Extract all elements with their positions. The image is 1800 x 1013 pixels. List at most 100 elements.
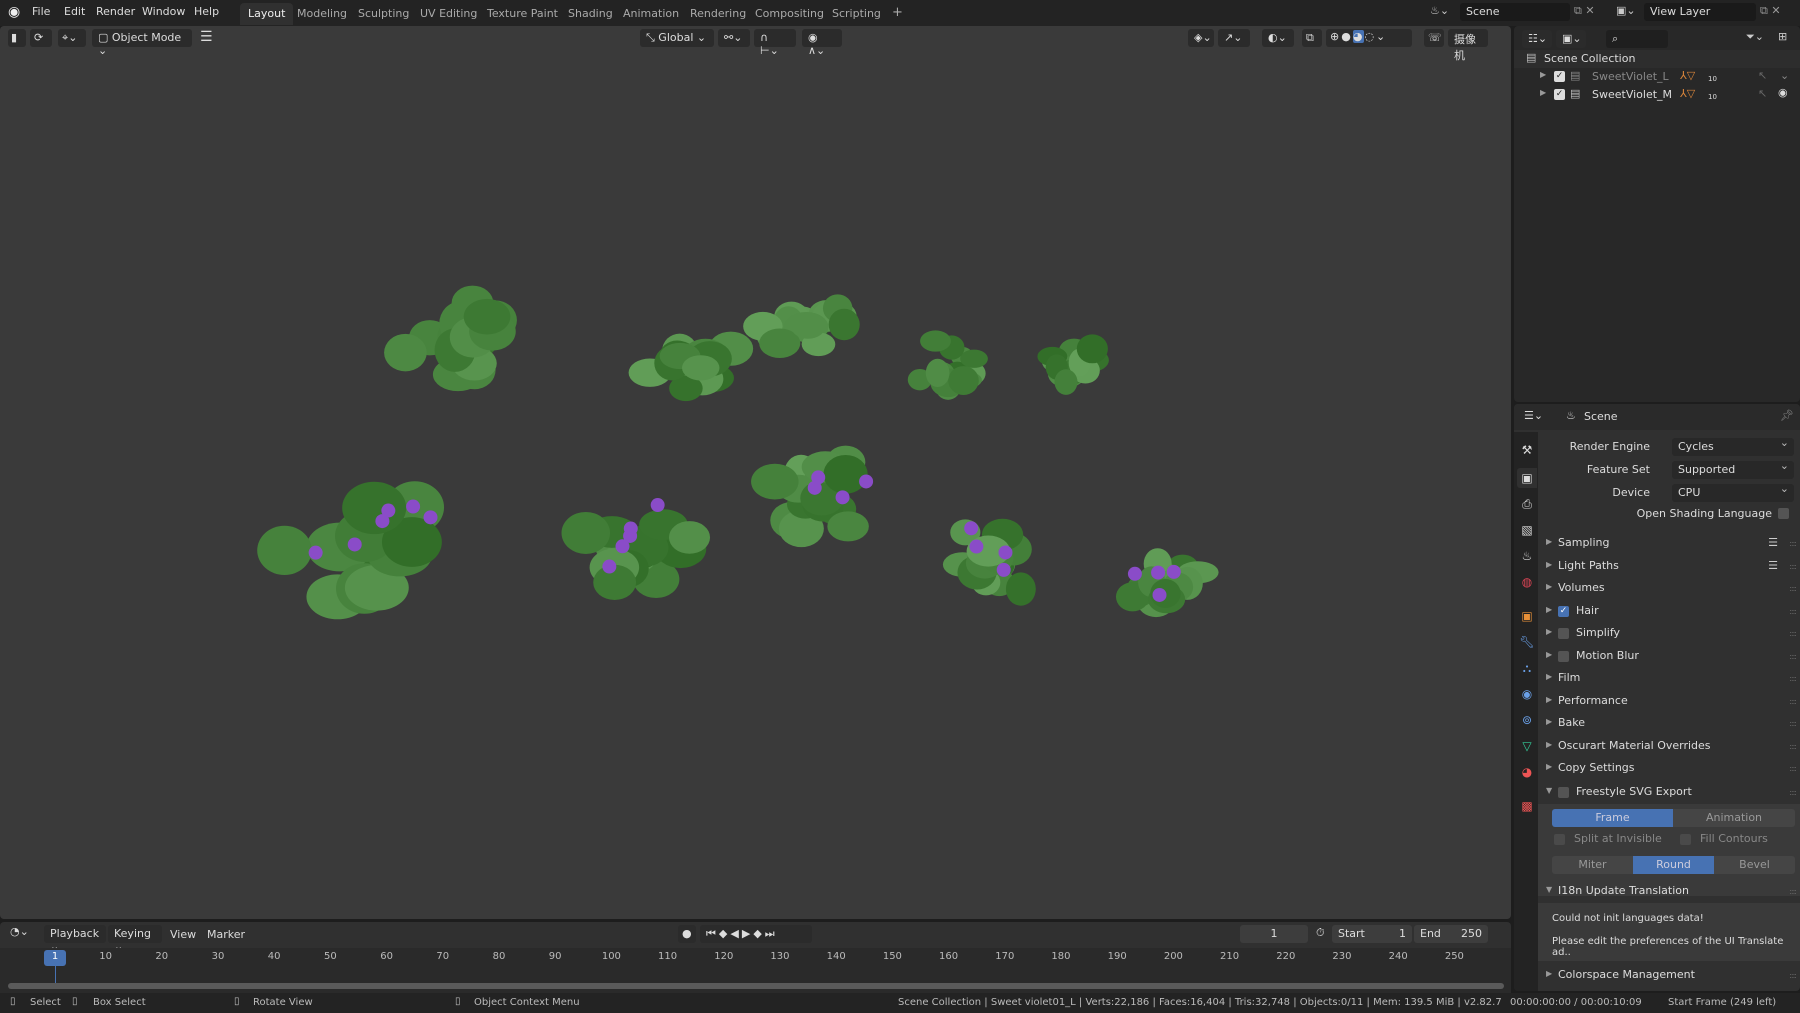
camera-icon[interactable]: ☏ <box>1424 29 1444 47</box>
freestyle-checkbox[interactable] <box>1558 787 1569 798</box>
outliner-item[interactable]: ▶ ✓ ▤ SweetViolet_M ⅄▽ 10 ↖ ◉ <box>1514 86 1800 104</box>
frame-toggle[interactable]: Frame <box>1552 809 1673 827</box>
expand-icon[interactable]: ▶ <box>1546 672 1552 681</box>
object-tab-icon[interactable]: ▣ <box>1517 606 1537 626</box>
outliner-item[interactable]: ▶ ✓ ▤ SweetViolet_L ⅄▽ 10 ↖ ⌄ <box>1514 68 1800 86</box>
tab-modeling[interactable]: Modeling <box>289 3 355 25</box>
duplicate-view-layer-icon[interactable]: ⧉ ✕ <box>1760 4 1781 18</box>
violet-plant[interactable] <box>1037 334 1109 395</box>
tab-scripting[interactable]: Scripting <box>824 3 889 25</box>
violet-plant[interactable] <box>743 294 860 358</box>
gizmo-icon[interactable]: ↗⌄ <box>1218 29 1250 47</box>
rendered-shading-icon[interactable]: ◌ <box>1364 30 1376 43</box>
panel-bake[interactable]: ▶ Bake:::: <box>1538 713 1800 735</box>
select-icon[interactable]: ↖ <box>1758 87 1767 100</box>
tab-texture-paint[interactable]: Texture Paint <box>479 3 566 25</box>
panel-checkbox[interactable] <box>1558 650 1569 662</box>
panel-colorspace-management[interactable]: ▶ Colorspace Management:::: <box>1538 965 1800 987</box>
drag-handle-icon[interactable]: :::: <box>1789 742 1797 751</box>
transform-pivot-icon[interactable]: ⌖⌄ <box>58 29 86 47</box>
panel-copy-settings[interactable]: ▶ Copy Settings:::: <box>1538 758 1800 780</box>
presets-icon[interactable]: ☰ <box>1768 536 1778 549</box>
outliner-display-icon[interactable]: ☷⌄ <box>1522 30 1552 48</box>
violet-plant[interactable] <box>1115 548 1219 618</box>
output-tab-icon[interactable]: ⎙ <box>1517 494 1537 514</box>
expand-icon[interactable]: ▶ <box>1546 717 1552 726</box>
add-workspace-button[interactable]: + <box>884 1 911 23</box>
drag-handle-icon[interactable]: :::: <box>1789 562 1797 571</box>
record-icon[interactable]: ● <box>678 925 696 943</box>
drag-handle-icon[interactable]: :::: <box>1789 652 1797 661</box>
constraints-tab-icon[interactable]: ⊚ <box>1517 710 1537 730</box>
expand-icon[interactable]: ▶ <box>1546 560 1552 569</box>
jump-end-icon[interactable]: ⏭ <box>765 927 778 940</box>
scene-tab-icon[interactable]: ♨ <box>1517 546 1537 566</box>
editor-type-icon[interactable]: ◔⌄ <box>10 925 29 938</box>
menu-window[interactable]: Window <box>142 5 185 18</box>
snap-icon[interactable]: ∩ ⊢⌄ <box>754 29 796 57</box>
particles-tab-icon[interactable]: ⛬ <box>1517 658 1537 678</box>
modifier-tab-icon[interactable]: 🔧︎ <box>1517 632 1537 652</box>
menu-file[interactable]: File <box>32 5 50 18</box>
expand-icon[interactable]: ▶ <box>1546 582 1552 591</box>
play-icon[interactable]: ▶ <box>742 927 753 940</box>
tab-animation[interactable]: Animation <box>615 3 687 25</box>
drag-handle-icon[interactable]: :::: <box>1789 764 1797 773</box>
expand-icon[interactable]: ▶ <box>1546 605 1552 614</box>
drag-handle-icon[interactable]: :::: <box>1789 719 1797 728</box>
view-layer-icon[interactable]: ▣⌄ <box>1616 4 1636 17</box>
panel-film[interactable]: ▶ Film:::: <box>1538 668 1800 690</box>
menu-help[interactable]: Help <box>194 5 219 18</box>
new-collection-icon[interactable]: ⊞ <box>1778 30 1787 43</box>
presets-icon[interactable]: ☰ <box>1768 559 1778 572</box>
drag-handle-icon[interactable]: :::: <box>1789 607 1797 616</box>
fill-contours-checkbox[interactable] <box>1680 834 1691 845</box>
select-icon[interactable]: ↖ <box>1758 69 1767 82</box>
render-engine-dropdown[interactable]: Cycles <box>1672 436 1794 456</box>
violet-plant[interactable] <box>942 518 1036 606</box>
pin-icon[interactable]: 📌︎ <box>1780 409 1794 422</box>
view-layer-tab-icon[interactable]: ▧ <box>1517 520 1537 540</box>
exclude-checkbox[interactable]: ✓ <box>1554 71 1565 82</box>
round-toggle[interactable]: Round <box>1633 856 1714 874</box>
scene-collection-row[interactable]: ▤ Scene Collection <box>1514 50 1800 68</box>
editor-type-icon[interactable]: ☰⌄ <box>1524 409 1543 422</box>
drag-handle-icon[interactable]: :::: <box>1789 788 1797 797</box>
bookmark-icon[interactable]: ▮ <box>8 29 26 47</box>
tab-shading[interactable]: Shading <box>560 3 621 25</box>
drag-handle-icon[interactable]: :::: <box>1789 887 1797 896</box>
view-layer-field[interactable]: View Layer <box>1644 3 1756 21</box>
tool-tab-icon[interactable]: ⚒ <box>1517 440 1537 460</box>
start-frame-field[interactable]: Start 1 <box>1332 925 1412 943</box>
outliner-filter-mode-icon[interactable]: ▣⌄ <box>1556 30 1586 48</box>
render-tab-icon[interactable]: ▣ <box>1517 468 1537 488</box>
eye-closed-icon[interactable]: ⌄ <box>1780 69 1789 82</box>
outliner-search-input[interactable]: ⌕ <box>1606 30 1668 48</box>
exclude-checkbox[interactable]: ✓ <box>1554 89 1565 100</box>
tab-sculpting[interactable]: Sculpting <box>350 3 417 25</box>
violet-plant[interactable] <box>628 331 754 402</box>
solid-shading-icon[interactable]: ● <box>1341 30 1353 43</box>
blender-logo-icon[interactable]: ◉ <box>8 4 20 20</box>
violet-plant[interactable] <box>384 285 517 392</box>
expand-icon[interactable]: ▶ <box>1540 88 1546 97</box>
wireframe-shading-icon[interactable]: ⊕ <box>1330 30 1341 43</box>
expand-icon[interactable]: ▶ <box>1546 650 1552 659</box>
animation-toggle[interactable]: Animation <box>1673 809 1795 827</box>
osl-checkbox[interactable] <box>1778 508 1789 519</box>
violet-plant[interactable] <box>751 445 874 548</box>
violet-plant[interactable] <box>907 330 988 400</box>
panel-oscurart-material-overrides[interactable]: ▶ Oscurart Material Overrides:::: <box>1538 736 1800 758</box>
feature-set-dropdown[interactable]: Supported <box>1672 459 1794 479</box>
playhead[interactable]: 1 <box>44 950 66 966</box>
shading-modes[interactable]: ⊕●◕◌⌄ <box>1326 29 1412 47</box>
expand-icon[interactable]: ▶ <box>1546 969 1552 978</box>
prev-keyframe-icon[interactable]: ◆ <box>719 927 730 940</box>
collapse-icon[interactable]: ▼ <box>1546 885 1552 894</box>
split-invisible-checkbox[interactable] <box>1554 834 1565 845</box>
drag-handle-icon[interactable]: :::: <box>1789 584 1797 593</box>
panel-hair[interactable]: ▶ ✓ Hair:::: <box>1538 601 1800 623</box>
editor-type-icon[interactable]: ⟳ <box>30 29 52 47</box>
stopwatch-icon[interactable]: ⏱ <box>1316 926 1325 940</box>
next-keyframe-icon[interactable]: ◆ <box>753 927 764 940</box>
